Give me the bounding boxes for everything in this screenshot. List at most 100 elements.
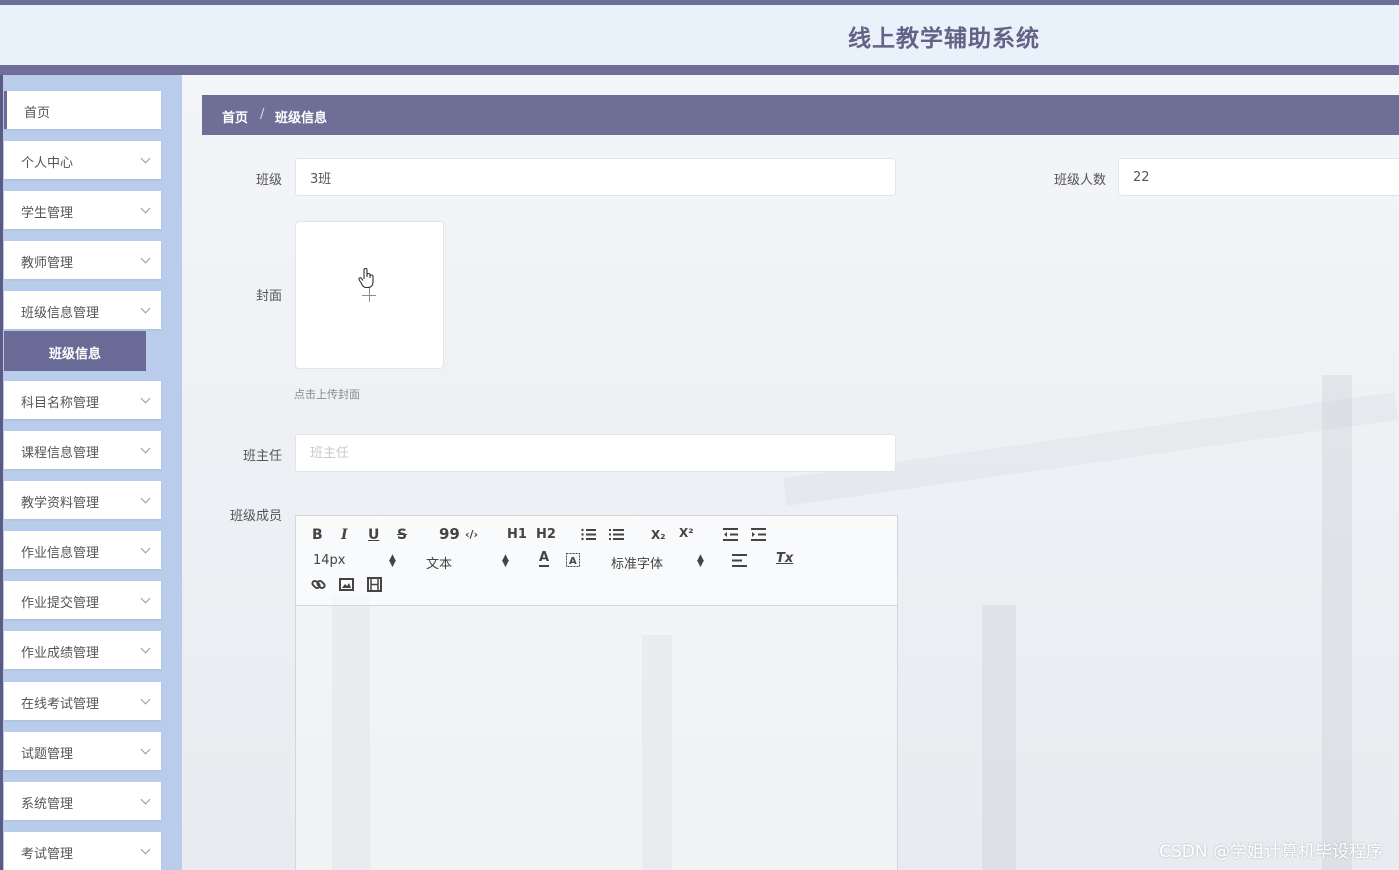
sidebar-item-label: 作业提交管理 (21, 596, 100, 611)
h1-icon[interactable]: H1 (507, 527, 527, 542)
sidebar-item-homework-score-management[interactable]: 作业成绩管理 (4, 631, 161, 669)
bold-icon[interactable]: B (312, 527, 323, 543)
chevron-down-icon (140, 643, 151, 654)
chevron-down-icon (140, 443, 151, 454)
chevron-down-icon (140, 694, 151, 705)
app-title: 线上教学辅助系统 (848, 26, 1040, 52)
breadcrumb: 首页 / 班级信息 (202, 95, 1399, 135)
chevron-down-icon (140, 493, 151, 504)
indent-icon[interactable] (751, 528, 766, 541)
sidebar-item-home[interactable]: 首页 (4, 91, 161, 129)
class-input[interactable] (295, 158, 896, 196)
font-family-select[interactable]: 标准字体 (611, 553, 663, 572)
sidebar-item-personal-center[interactable]: 个人中心 (4, 141, 161, 179)
chevron-down-icon (140, 253, 151, 264)
sidebar-item-label: 教师管理 (21, 256, 74, 271)
chevron-down-icon (140, 593, 151, 604)
image-icon[interactable] (339, 578, 354, 591)
font-size-arrows-icon: ▲ ▼ (389, 553, 396, 569)
font-color-icon[interactable]: A (539, 551, 550, 567)
sidebar-item-student-management[interactable]: 学生管理 (4, 191, 161, 229)
rich-text-editor: B I U S 99 ‹/› H1 H2 X₂ X² 14px ▲ ▼ 文本 ▲… (295, 515, 898, 870)
breadcrumb-home[interactable]: 首页 (222, 107, 248, 126)
watermark: CSDN @学姐计算机毕设程序 (1159, 842, 1383, 862)
sidebar-item-homework-submit-management[interactable]: 作业提交管理 (4, 581, 161, 619)
font-family-arrows-icon: ▲ ▼ (697, 553, 704, 569)
video-icon[interactable] (367, 577, 382, 592)
sidebar-subitem-class-info[interactable]: 班级信息 (4, 331, 146, 371)
italic-icon[interactable]: I (341, 527, 348, 543)
chevron-down-icon (140, 203, 151, 214)
sidebar-item-teacher-management[interactable]: 教师管理 (4, 241, 161, 279)
svg-text:A: A (569, 556, 577, 567)
background-decor (982, 605, 1016, 870)
breadcrumb-current: 班级信息 (275, 111, 328, 126)
superscript-icon[interactable]: X² (679, 526, 694, 540)
ordered-list-icon[interactable] (581, 528, 596, 541)
strike-icon[interactable]: S (397, 527, 407, 543)
h2-icon[interactable]: H2 (536, 527, 556, 542)
header-divider (0, 65, 1399, 75)
chevron-down-icon (140, 303, 151, 314)
code-icon[interactable]: ‹/› (465, 528, 478, 541)
sidebar-item-subject-name-management[interactable]: 科目名称管理 (4, 381, 161, 419)
breadcrumb-separator: / (260, 107, 265, 122)
subscript-icon[interactable]: X₂ (651, 528, 666, 542)
font-size-select[interactable]: 14px (313, 553, 346, 568)
sidebar-edge (0, 75, 3, 870)
chevron-down-icon (140, 844, 151, 855)
sidebar-item-system-management[interactable]: 系统管理 (4, 782, 161, 820)
head-teacher-input[interactable] (295, 434, 896, 472)
hand-cursor-icon (358, 268, 374, 289)
sidebar-item-label: 个人中心 (21, 156, 74, 171)
sidebar-item-label: 首页 (24, 106, 51, 121)
sidebar-item-class-info-management[interactable]: 班级信息管理 (4, 291, 161, 329)
outdent-icon[interactable] (723, 528, 738, 541)
align-icon[interactable] (732, 554, 747, 567)
sidebar-item-label: 在线考试管理 (21, 697, 100, 712)
sidebar-item-label: 作业信息管理 (21, 546, 100, 561)
sidebar-subitem-label: 班级信息 (48, 347, 101, 362)
sidebar-item-label: 教学资料管理 (21, 496, 100, 511)
sidebar-item-label: 课程信息管理 (21, 446, 100, 461)
chevron-down-icon (140, 794, 151, 805)
editor-toolbar: B I U S 99 ‹/› H1 H2 X₂ X² 14px ▲ ▼ 文本 ▲… (296, 516, 897, 606)
main-content: 首页 / 班级信息 班级 班级人数 封面 点击上传封面 班主任 班级成员 B I… (182, 75, 1399, 870)
sidebar-item-teaching-materials-management[interactable]: 教学资料管理 (4, 481, 161, 519)
editor-body[interactable] (296, 606, 897, 870)
sidebar-item-label: 作业成绩管理 (21, 646, 100, 661)
sidebar-item-label: 学生管理 (21, 206, 74, 221)
sidebar-item-label: 系统管理 (21, 797, 74, 812)
block-format-arrows-icon: ▲ ▼ (502, 553, 509, 569)
sidebar-item-online-exam-management[interactable]: 在线考试管理 (4, 682, 161, 720)
cover-upload-box[interactable] (295, 221, 444, 369)
chevron-down-icon (140, 153, 151, 164)
sidebar-item-label: 试题管理 (21, 747, 74, 762)
cover-upload-hint: 点击上传封面 (294, 388, 360, 401)
block-format-select[interactable]: 文本 (426, 553, 452, 572)
class-count-label: 班级人数 (1053, 173, 1106, 188)
sidebar-item-label: 考试管理 (21, 847, 74, 862)
background-color-icon[interactable]: A (566, 553, 580, 567)
link-icon[interactable] (311, 577, 326, 592)
chevron-down-icon (140, 393, 151, 404)
bullet-list-icon[interactable] (609, 528, 624, 541)
quote-icon[interactable]: 99 (439, 525, 460, 543)
app-header: 线上教学辅助系统 (0, 5, 1399, 65)
sidebar-item-question-management[interactable]: 试题管理 (4, 732, 161, 770)
clear-format-icon[interactable]: Tx (776, 551, 793, 566)
sidebar-item-label: 科目名称管理 (21, 396, 100, 411)
sidebar-item-homework-info-management[interactable]: 作业信息管理 (4, 531, 161, 569)
underline-icon[interactable]: U (368, 527, 379, 543)
head-teacher-label: 班主任 (242, 449, 282, 464)
cover-label: 封面 (255, 289, 282, 304)
class-members-label: 班级成员 (229, 509, 282, 524)
sidebar-item-course-info-management[interactable]: 课程信息管理 (4, 431, 161, 469)
class-count-input[interactable] (1118, 158, 1399, 196)
chevron-down-icon (140, 543, 151, 554)
class-label: 班级 (255, 173, 282, 188)
background-decor (1322, 375, 1352, 870)
sidebar-item-label: 班级信息管理 (21, 306, 100, 321)
sidebar-item-exam-management[interactable]: 考试管理 (4, 832, 161, 870)
chevron-down-icon (140, 744, 151, 755)
